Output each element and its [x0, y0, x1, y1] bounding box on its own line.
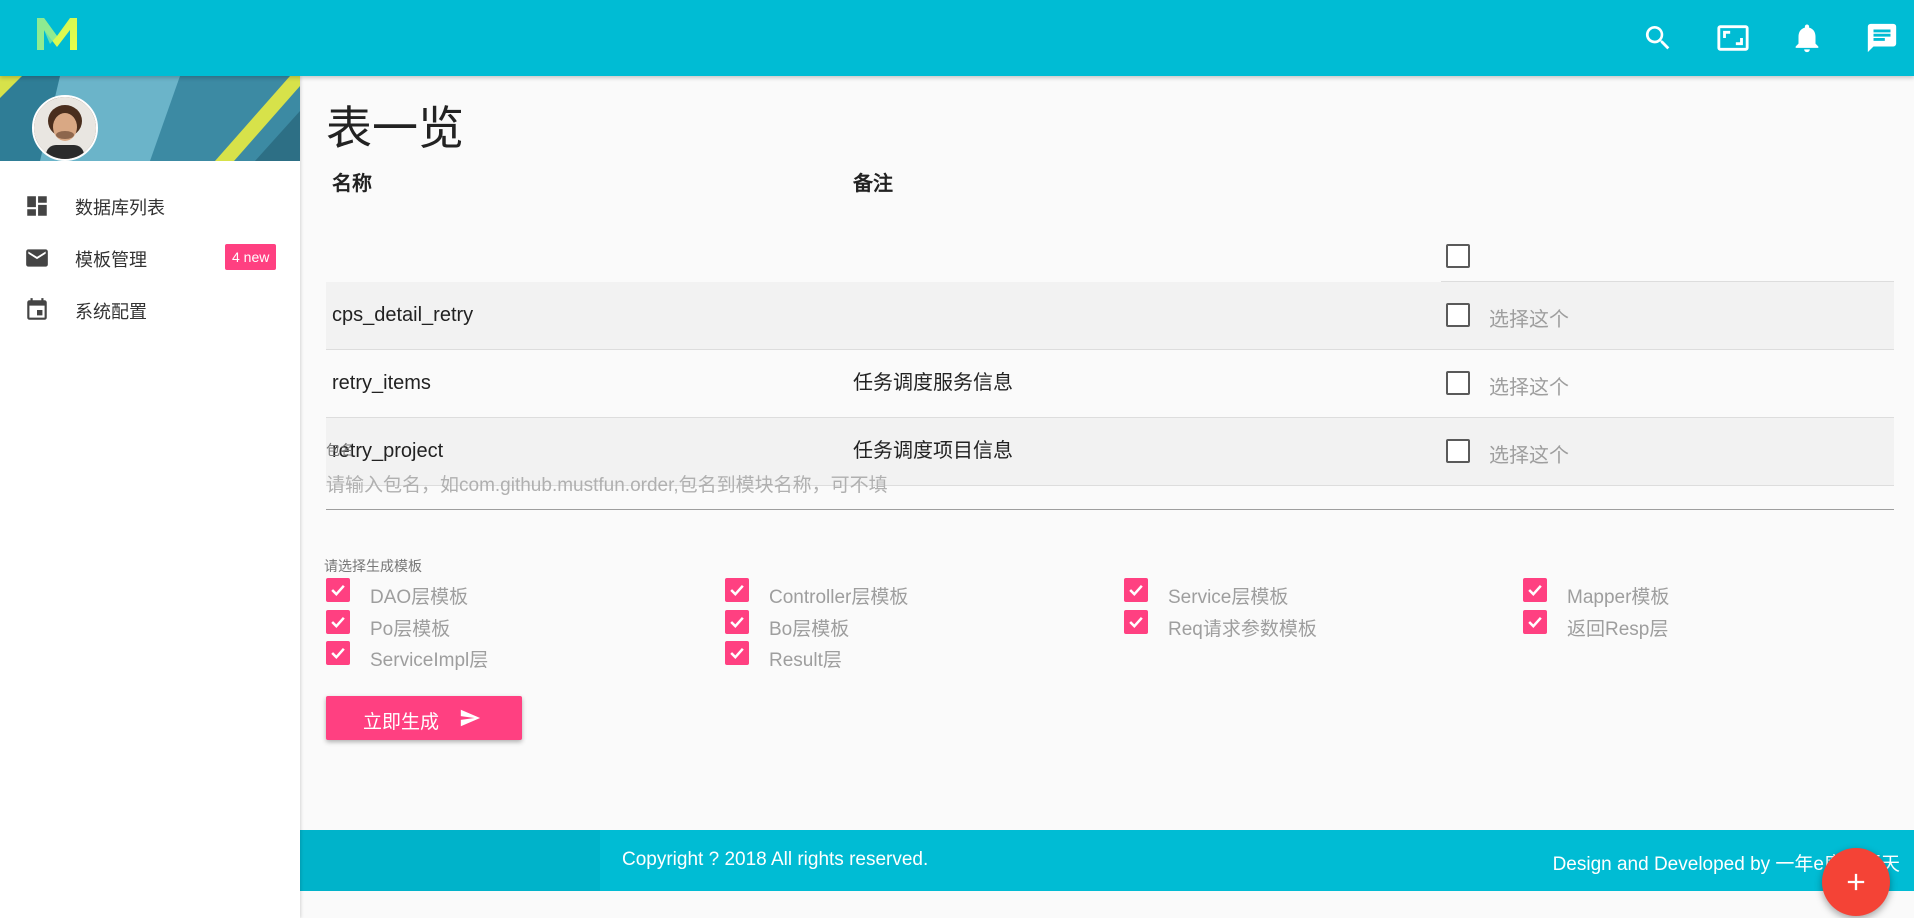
bell-icon[interactable] [1787, 18, 1827, 58]
dashboard-icon [27, 196, 47, 216]
sidebar-item-system-config[interactable]: 系统配置 [0, 286, 300, 332]
checkbox-checked-icon [725, 610, 749, 634]
message-icon[interactable] [1862, 18, 1902, 58]
add-fab-button[interactable] [1822, 848, 1890, 916]
mail-icon [26, 249, 48, 267]
search-icon[interactable] [1638, 18, 1678, 58]
sidebar: 数据库列表 模板管理 4 new 系统配置 [0, 76, 300, 918]
row-name: cps_detail_retry [332, 304, 474, 326]
template-label: Po层模板 [370, 619, 451, 640]
calendar-icon [27, 298, 47, 320]
column-header-remark: 备注 [853, 173, 893, 195]
footer: Copyright ? 2018 All rights reserved. De… [300, 830, 1914, 891]
column-header-name: 名称 [332, 173, 372, 195]
checkbox-checked-icon [1523, 578, 1547, 602]
sidebar-item-label: 数据库列表 [75, 198, 165, 218]
main-content: 表一览 名称 备注 cps_detail_retry 选择这个 retry_it… [300, 76, 1914, 918]
footer-left-panel [300, 830, 600, 891]
generate-button-label: 立即生成 [363, 712, 440, 733]
page-title: 表一览 [326, 102, 464, 154]
select-all-checkbox[interactable] [1446, 244, 1470, 268]
checkbox-checked-icon [1124, 578, 1148, 602]
checkbox-checked-icon [326, 610, 350, 634]
checkbox-checked-icon [725, 578, 749, 602]
checkbox-checked-icon [1124, 610, 1148, 634]
user-banner [0, 76, 300, 161]
checkbox-checked-icon [326, 641, 350, 665]
checkbox-checked-icon [725, 641, 749, 665]
checkbox-checked-icon [326, 578, 350, 602]
new-badge: 4 new [225, 244, 277, 270]
row-select-label[interactable]: 选择这个 [1489, 371, 1569, 400]
row-select-label[interactable]: 选择这个 [1489, 303, 1569, 332]
row-name: retry_items [332, 372, 431, 394]
sidebar-item-template-management[interactable]: 模板管理 4 new [0, 234, 300, 280]
generate-button[interactable]: 立即生成 [326, 696, 522, 740]
row-checkbox[interactable] [1446, 303, 1470, 327]
package-label: 包名 [326, 442, 354, 458]
template-label: ServiceImpl层 [370, 650, 489, 671]
template-label: DAO层模板 [370, 587, 469, 608]
sidebar-item-database-list[interactable]: 数据库列表 [0, 182, 300, 228]
fullscreen-icon[interactable] [1713, 18, 1753, 58]
template-label: Service层模板 [1168, 587, 1289, 608]
template-label: Req请求参数模板 [1168, 619, 1317, 640]
template-label: Mapper模板 [1567, 587, 1670, 608]
sidebar-item-label: 模板管理 [75, 250, 147, 270]
sidebar-item-label: 系统配置 [75, 302, 147, 322]
table-row[interactable]: retry_items 任务调度服务信息 选择这个 [326, 350, 1894, 418]
row-remark: 任务调度服务信息 [853, 372, 1013, 394]
avatar[interactable] [32, 95, 98, 161]
template-label: Controller层模板 [769, 587, 909, 608]
app-logo[interactable] [34, 14, 80, 54]
top-app-bar [0, 0, 1914, 76]
template-label: Bo层模板 [769, 619, 850, 640]
template-group-label: 请选择生成模板 [324, 558, 422, 574]
row-checkbox[interactable] [1446, 439, 1470, 463]
template-label: 返回Resp层 [1567, 619, 1669, 640]
plus-icon [1847, 873, 1865, 891]
package-input[interactable] [326, 462, 1894, 510]
row-checkbox[interactable] [1446, 371, 1470, 395]
checkbox-checked-icon [1523, 610, 1547, 634]
table-row[interactable]: cps_detail_retry 选择这个 [326, 282, 1894, 350]
template-label: Result层 [769, 650, 842, 671]
send-icon [460, 709, 481, 727]
copyright-text: Copyright ? 2018 All rights reserved. [622, 849, 929, 870]
